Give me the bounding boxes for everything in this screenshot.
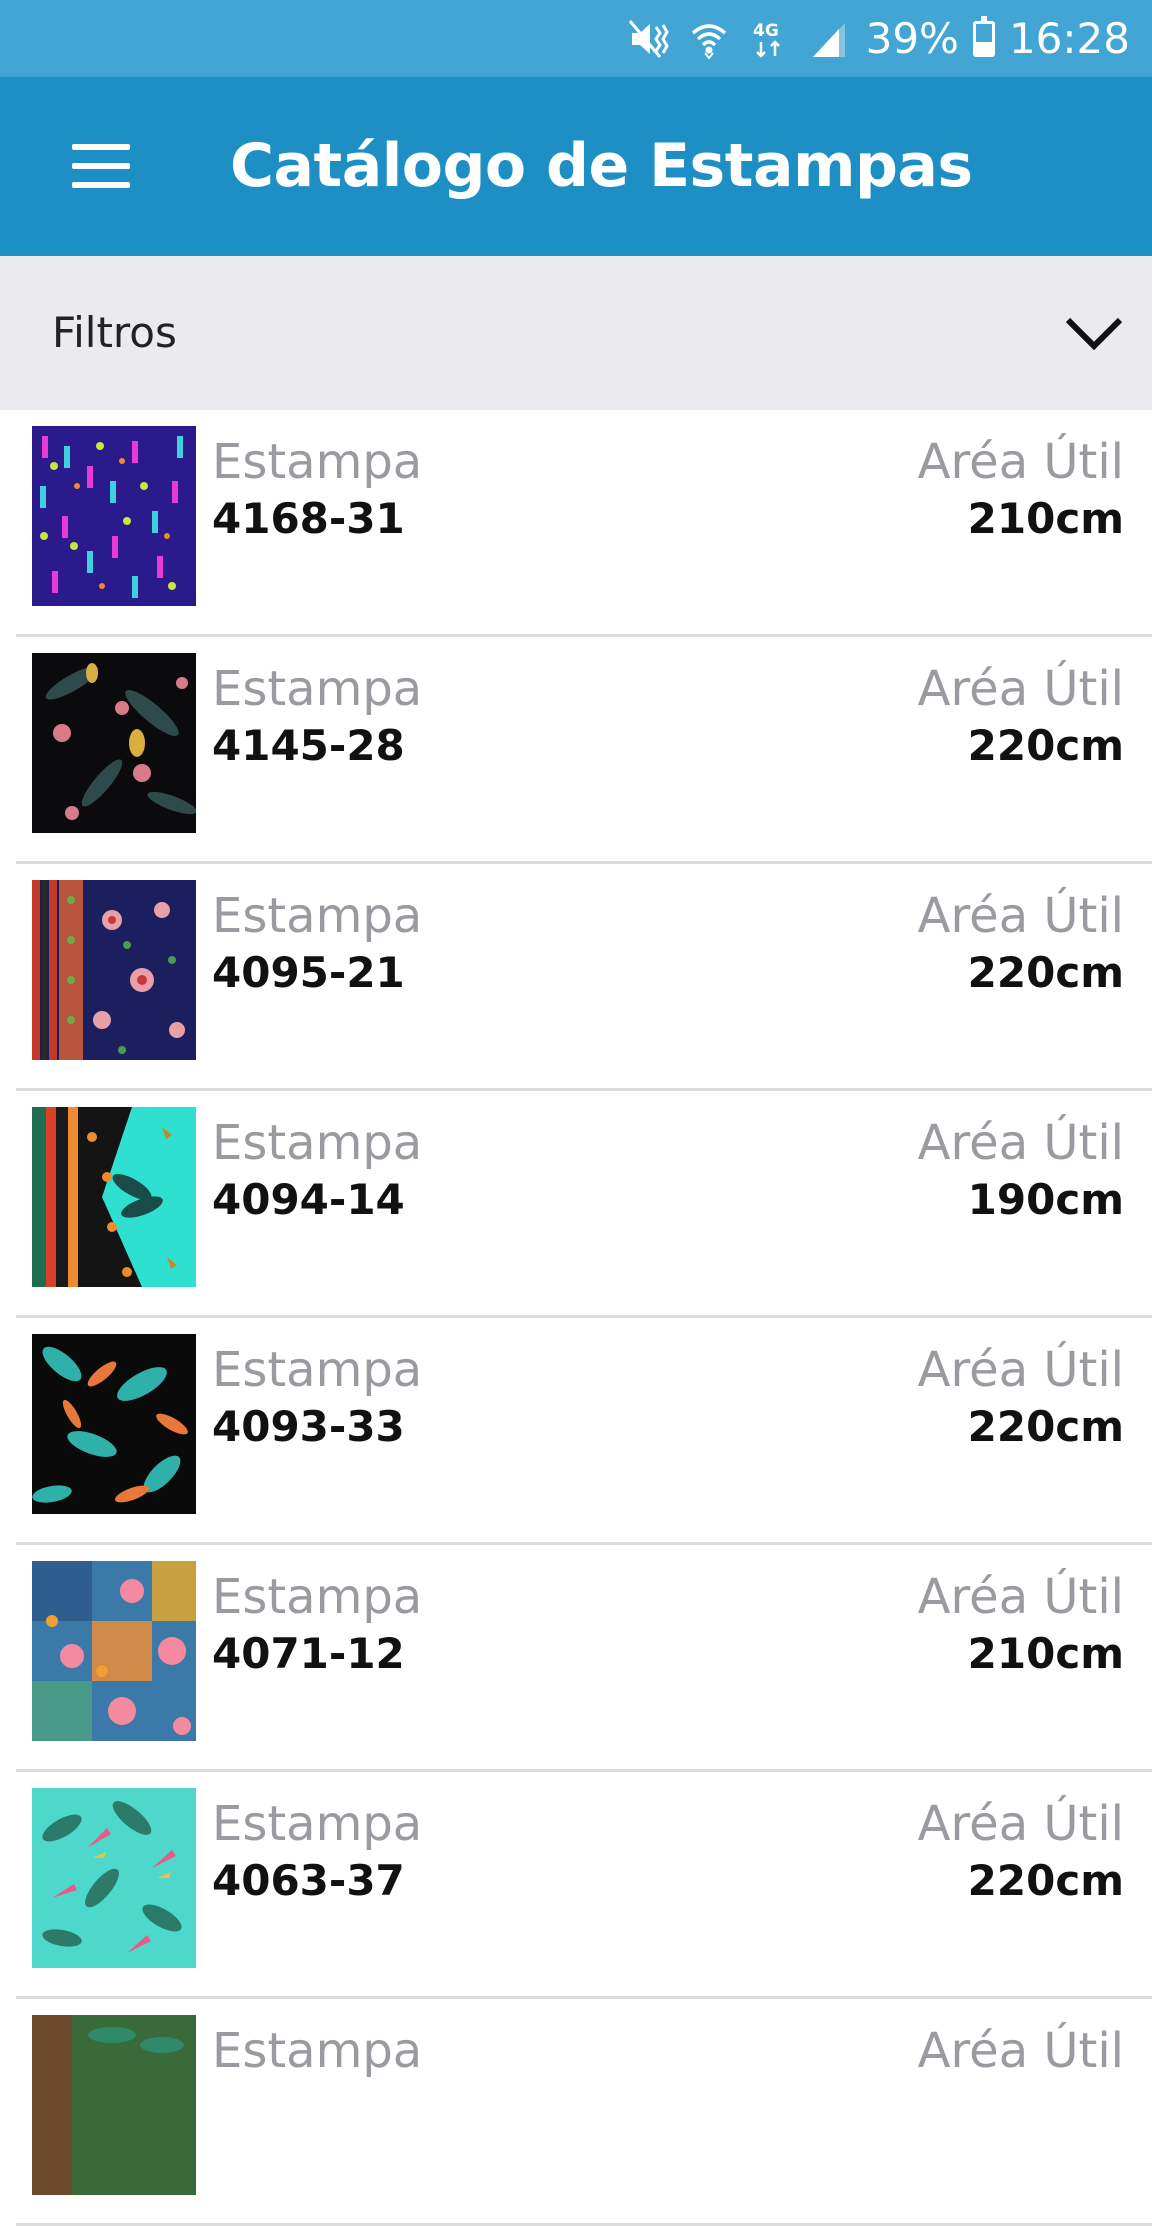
area-value: 220cm	[967, 1856, 1124, 1905]
svg-text:4G: 4G	[753, 21, 779, 41]
status-bar: 4G 39% 16:28	[0, 0, 1152, 77]
area-value: 220cm	[967, 721, 1124, 770]
print-thumbnail	[32, 1107, 196, 1287]
print-label: Estampa	[212, 888, 423, 944]
list-item[interactable]: Estampa 4168-31 Aréa Útil 210cm	[16, 410, 1152, 637]
area-label: Aréa Útil	[917, 1569, 1124, 1625]
list-item[interactable]: Estampa 4063-37 Aréa Útil 220cm	[16, 1772, 1152, 1999]
area-label: Aréa Útil	[917, 888, 1124, 944]
wifi-icon	[686, 16, 732, 62]
battery-percent: 39%	[865, 14, 959, 63]
area-label: Aréa Útil	[917, 1115, 1124, 1171]
print-label: Estampa	[212, 1796, 423, 1852]
print-code: 4063-37	[212, 1856, 405, 1905]
status-icons: 4G 39% 16:28	[626, 0, 1130, 77]
clock: 16:28	[1008, 14, 1130, 63]
print-code: 4145-28	[212, 721, 405, 770]
area-value: 220cm	[967, 948, 1124, 997]
battery-icon	[972, 15, 995, 57]
print-label: Estampa	[212, 1342, 423, 1398]
mute-vibrate-icon	[626, 16, 672, 62]
area-label: Aréa Útil	[917, 2023, 1124, 2079]
filters-dropdown[interactable]: Filtros	[0, 256, 1152, 410]
print-label: Estampa	[212, 2023, 423, 2079]
chevron-down-icon	[1065, 317, 1123, 351]
print-code: 4094-14	[212, 1175, 405, 1224]
filters-label: Filtros	[52, 308, 177, 357]
print-thumbnail	[32, 1334, 196, 1514]
print-code: 4095-21	[212, 948, 405, 997]
signal-icon	[806, 16, 852, 62]
print-thumbnail	[32, 1788, 196, 1968]
print-label: Estampa	[212, 1569, 423, 1625]
4g-icon: 4G	[746, 16, 792, 62]
print-thumbnail	[32, 2015, 196, 2195]
print-thumbnail	[32, 1561, 196, 1741]
print-label: Estampa	[212, 434, 423, 490]
print-list: Estampa 4168-31 Aréa Útil 210cm Estampa …	[0, 410, 1152, 2226]
page-title: Catálogo de Estampas	[230, 131, 973, 201]
area-label: Aréa Útil	[917, 1796, 1124, 1852]
area-label: Aréa Útil	[917, 661, 1124, 717]
app-bar: Catálogo de Estampas	[0, 77, 1152, 256]
list-item[interactable]: Estampa 4093-33 Aréa Útil 220cm	[16, 1318, 1152, 1545]
hamburger-menu-icon[interactable]	[60, 132, 140, 202]
print-thumbnail	[32, 880, 196, 1060]
list-item[interactable]: Estampa 4145-28 Aréa Útil 220cm	[16, 637, 1152, 864]
print-code: 4071-12	[212, 1629, 405, 1678]
area-value: 210cm	[967, 494, 1124, 543]
area-label: Aréa Útil	[917, 434, 1124, 490]
list-item[interactable]: Estampa 4094-14 Aréa Útil 190cm	[16, 1091, 1152, 1318]
area-value: 190cm	[967, 1175, 1124, 1224]
area-label: Aréa Útil	[917, 1342, 1124, 1398]
print-thumbnail	[32, 653, 196, 833]
list-item[interactable]: Estampa 4071-12 Aréa Útil 210cm	[16, 1545, 1152, 1772]
area-value: 220cm	[967, 1402, 1124, 1451]
print-label: Estampa	[212, 1115, 423, 1171]
list-item[interactable]: Estampa Aréa Útil	[16, 1999, 1152, 2226]
print-label: Estampa	[212, 661, 423, 717]
print-code: 4093-33	[212, 1402, 405, 1451]
print-code: 4168-31	[212, 494, 405, 543]
list-item[interactable]: Estampa 4095-21 Aréa Útil 220cm	[16, 864, 1152, 1091]
area-value: 210cm	[967, 1629, 1124, 1678]
print-thumbnail	[32, 426, 196, 606]
